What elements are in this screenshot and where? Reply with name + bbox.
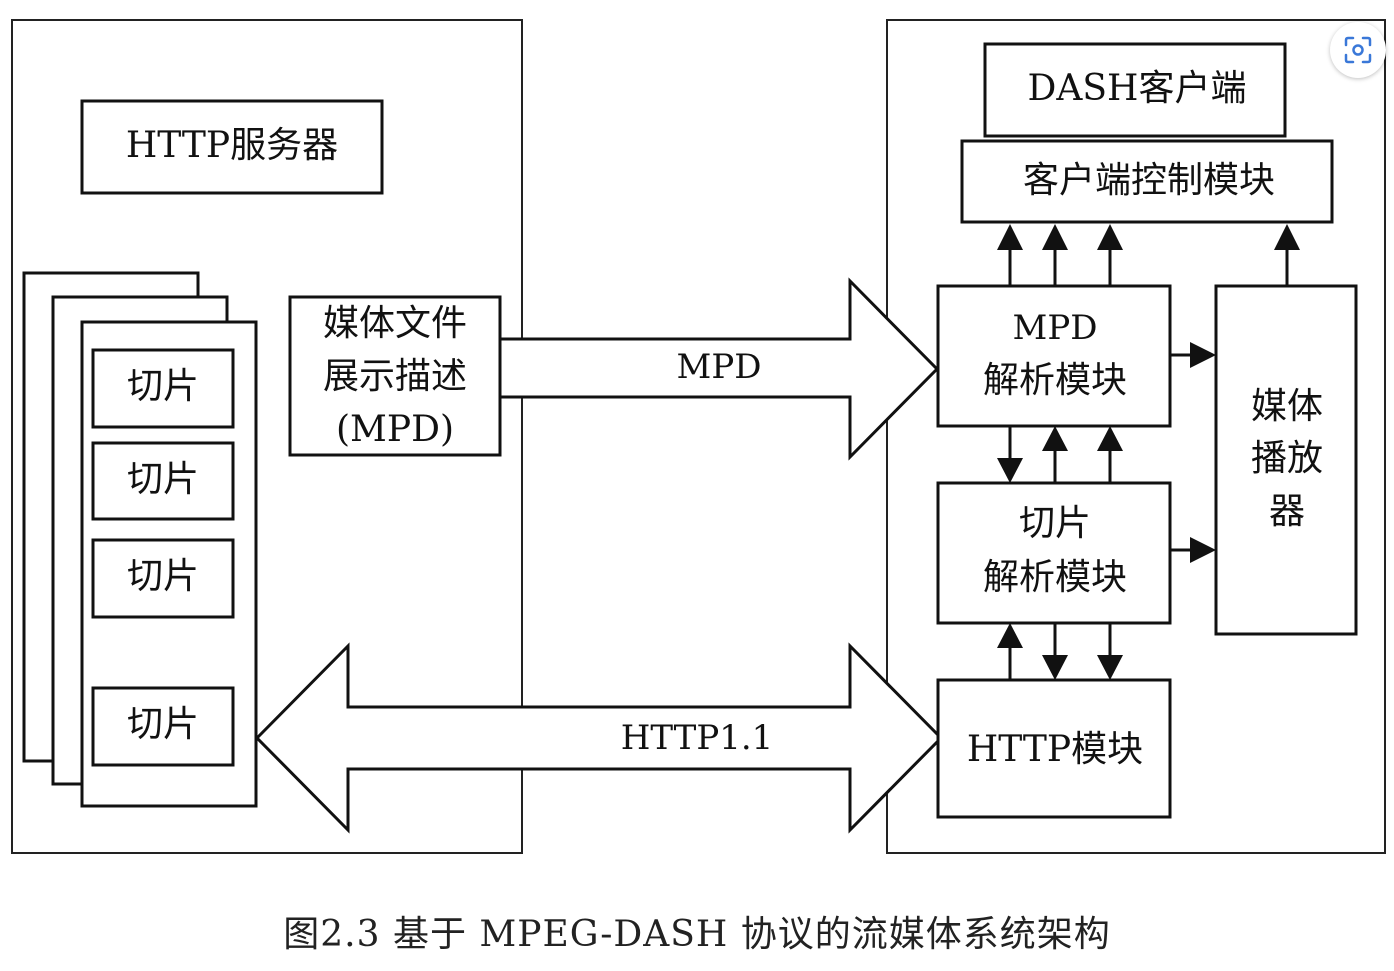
segment-label-4: 切片 [127, 704, 199, 745]
media-player-line-1: 媒体 [1251, 386, 1323, 427]
dash-client-label: DASH客户端 [1028, 68, 1247, 109]
media-player-line-2: 播放 [1251, 438, 1323, 479]
scan-icon [1344, 36, 1372, 64]
http-server-label: HTTP服务器 [126, 125, 338, 166]
segment-parser-line-2: 解析模块 [983, 557, 1127, 598]
scan-button[interactable] [1330, 22, 1386, 78]
architecture-diagram: HTTP服务器 切片 切片 切片 切片 媒体文件 展示描述 (MPD) MPD … [11, 19, 1386, 854]
client-control-label: 客户端控制模块 [1023, 160, 1275, 201]
segment-label-3: 切片 [127, 556, 199, 597]
segment-parser-line-1: 切片 [1019, 503, 1091, 544]
http-module-label: HTTP模块 [967, 729, 1143, 770]
mpd-arrow-label: MPD [677, 347, 762, 387]
mpd-parser-line-1: MPD [1013, 308, 1098, 348]
media-player-line-3: 器 [1269, 491, 1305, 532]
http-arrow-label: HTTP1.1 [621, 718, 774, 758]
segment-label-1: 切片 [127, 366, 199, 407]
mpd-description-line-2: 展示描述 [323, 356, 467, 397]
figure-caption: 图2.3 基于 MPEG-DASH 协议的流媒体系统架构 [283, 914, 1111, 955]
segment-label-2: 切片 [127, 459, 199, 500]
mpd-description-line-3: (MPD) [336, 409, 454, 450]
mpd-parser-line-2: 解析模块 [983, 360, 1127, 401]
mpd-parser-box [936, 284, 1172, 428]
mpd-description-line-1: 媒体文件 [323, 303, 467, 344]
